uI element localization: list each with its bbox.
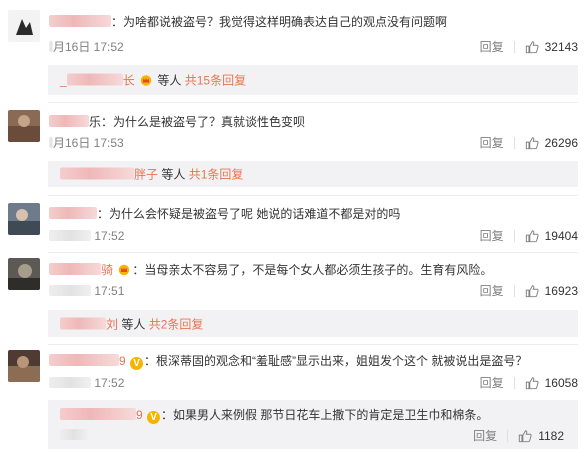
comment-line: 乐：为什么是被盗号了？真就谈性色变呗 — [49, 114, 305, 130]
reply-button[interactable]: 回复 — [473, 428, 497, 444]
avatar[interactable] — [8, 258, 40, 290]
thumbs-up-icon[interactable] — [518, 429, 532, 443]
divider — [513, 41, 515, 53]
thumbs-up-icon[interactable] — [525, 376, 539, 390]
comment-time: 17:52 — [49, 376, 124, 390]
comment-time: 17:52 — [49, 229, 124, 243]
avatar[interactable] — [8, 203, 40, 235]
nested-reply-time — [60, 428, 88, 442]
divider — [513, 285, 515, 297]
divider — [507, 430, 509, 442]
sub-reply-count[interactable]: 共2条回复 — [149, 317, 204, 331]
comment-time: 月16日 17:52 — [49, 40, 124, 54]
nested-reply-text: ：如果男人来例假 那节日花车上撒下的肯定是卫生巾和棉条。 — [161, 408, 489, 422]
reply-button[interactable]: 回复 — [480, 39, 504, 55]
thumbs-up-icon[interactable] — [525, 40, 539, 54]
comment-actions: 回复 32143 — [480, 39, 578, 55]
username-blurred[interactable] — [60, 317, 106, 329]
comment-actions: 回复 26296 — [480, 135, 578, 151]
comment-actions: 回复 16923 — [480, 283, 578, 299]
like-count: 32143 — [544, 40, 578, 54]
comment-line: ：为啥都说被盗号？我觉得这样明确表达自己的观点没有问题啊 — [49, 14, 447, 30]
comment-text: ：为啥都说被盗号？我觉得这样明确表达自己的观点没有问题啊 — [111, 15, 448, 29]
comment-time: 月16日 17:53 — [49, 136, 124, 150]
username-blurred[interactable] — [60, 408, 136, 420]
avatar[interactable] — [8, 350, 40, 382]
sub-reply-count[interactable]: 共1条回复 — [189, 168, 244, 182]
like-count: 16058 — [544, 376, 578, 390]
thumbs-up-icon[interactable] — [525, 229, 539, 243]
comment-time: 17:51 — [49, 284, 124, 298]
v-badge-icon: V — [130, 357, 144, 370]
sub-reply-count[interactable]: 共15条回复 — [185, 74, 246, 88]
username-blurred[interactable] — [49, 115, 89, 127]
like-count: 26296 — [544, 136, 578, 150]
reply-button[interactable]: 回复 — [480, 228, 504, 244]
comment-text: ：为什么会怀疑是被盗号了呢 她说的话难道不都是对的吗 — [97, 207, 401, 221]
nested-reply-actions: 回复 1182 — [473, 428, 564, 444]
sub-reply-bar[interactable]: _ 长 等人 共15条回复 — [48, 65, 578, 95]
thumbs-up-icon[interactable] — [525, 284, 539, 298]
like-count: 1182 — [538, 429, 564, 443]
v-badge-icon: V — [147, 411, 161, 424]
reply-button[interactable]: 回复 — [480, 375, 504, 391]
reply-button[interactable]: 回复 — [480, 283, 504, 299]
thumbs-up-icon[interactable] — [525, 136, 539, 150]
comment-text: ：当母亲太不容易了，不是每个女人都必须生孩子的。生育有风险。 — [132, 263, 493, 277]
comment-line: 骑 ：当母亲太不容易了，不是每个女人都必须生孩子的。生育有风险。 — [49, 262, 492, 278]
username-blurred[interactable] — [60, 167, 134, 180]
crown-badge-icon — [140, 75, 152, 86]
divider — [513, 377, 515, 389]
username-blurred[interactable] — [49, 263, 101, 275]
sub-reply-bar[interactable]: 胖子 等人 共1条回复 — [48, 161, 578, 187]
comment-actions: 回复 19404 — [480, 228, 578, 244]
comment-divider — [48, 252, 578, 253]
avatar[interactable] — [8, 10, 40, 42]
nested-reply: 9 V ：如果男人来例假 那节日花车上撒下的肯定是卫生巾和棉条。 回复 1182 — [48, 400, 578, 449]
comment-divider — [48, 102, 578, 103]
username-blurred[interactable] — [49, 15, 111, 27]
comment-divider — [48, 344, 578, 345]
comment-text: ：根深蒂固的观念和“羞耻感”显示出来，姐姐发个这个 就被说出是盗号？ — [144, 354, 528, 368]
comment-line: ：为什么会怀疑是被盗号了呢 她说的话难道不都是对的吗 — [49, 206, 400, 222]
divider — [513, 137, 515, 149]
comment-line: 9 V ：根深蒂固的观念和“羞耻感”显示出来，姐姐发个这个 就被说出是盗号？ — [49, 353, 528, 370]
sub-reply-bar[interactable]: 刘 等人 共2条回复 — [48, 310, 578, 337]
username-blurred[interactable] — [49, 354, 119, 366]
comment-divider — [48, 195, 578, 196]
avatar[interactable] — [8, 110, 40, 142]
username-blurred[interactable] — [66, 73, 123, 86]
comment-actions: 回复 16058 — [480, 375, 578, 391]
comment-text: 乐：为什么是被盗号了？真就谈性色变呗 — [89, 115, 306, 129]
divider — [513, 230, 515, 242]
crown-badge-icon — [119, 264, 130, 276]
like-count: 19404 — [544, 229, 578, 243]
like-count: 16923 — [544, 284, 578, 298]
reply-button[interactable]: 回复 — [480, 135, 504, 151]
username-blurred[interactable] — [49, 207, 97, 219]
